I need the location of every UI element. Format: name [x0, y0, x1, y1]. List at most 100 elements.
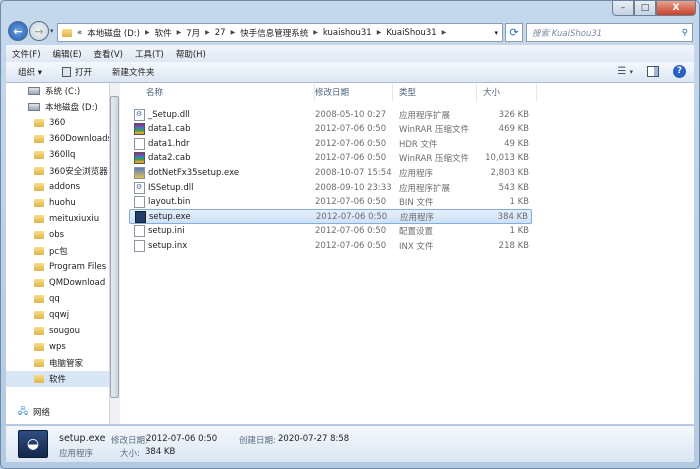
- close-button[interactable]: X: [656, 0, 696, 16]
- address-bar[interactable]: « 本地磁盘 (D:) ▶ 软件 ▶ 7月 ▶ 27 ▶ 快手信息管理系统 ▶ kuaishou31…: [57, 23, 503, 42]
- breadcrumb-segment[interactable]: 本地磁盘 (D:): [87, 27, 140, 39]
- preview-pane-icon[interactable]: [647, 66, 659, 77]
- breadcrumb-chevron-icon[interactable]: ▶: [313, 29, 318, 36]
- menu-edit[interactable]: 编辑(E): [53, 48, 82, 60]
- back-button[interactable]: ←: [8, 21, 28, 41]
- address-dropdown-icon[interactable]: ▾: [494, 29, 498, 37]
- scrollbar-thumb[interactable]: [110, 96, 119, 398]
- file-row[interactable]: dotNetFx35setup.exe 2008-10-07 15:54 应用程序 2…: [129, 165, 532, 180]
- file-row[interactable]: data2.cab 2012-07-06 0:50 WinRAR 压缩文件 10,01…: [129, 151, 532, 166]
- maximize-button[interactable]: □: [634, 0, 656, 16]
- breadcrumb-chevron-icon[interactable]: ▶: [205, 29, 210, 36]
- breadcrumb-segment[interactable]: 软件: [155, 27, 172, 39]
- minimize-button[interactable]: –: [612, 0, 634, 16]
- menu-bar: 文件(F) 编辑(E) 查看(V) 工具(T) 帮助(H): [6, 45, 694, 62]
- file-row[interactable]: layout.bin 2012-07-06 0:50 BIN 文件 1 KB: [129, 195, 532, 210]
- open-button[interactable]: 打开: [61, 66, 92, 78]
- sidebar-item[interactable]: 360: [6, 115, 109, 131]
- search-icon[interactable]: ⚲: [682, 28, 688, 38]
- view-options-icon[interactable]: ☰ ▾: [617, 66, 633, 77]
- sidebar-item[interactable]: Program Files: [6, 259, 109, 275]
- help-icon[interactable]: ?: [673, 65, 686, 78]
- folder-icon: [34, 231, 44, 239]
- folder-icon: [34, 247, 44, 255]
- menu-help[interactable]: 帮助(H): [176, 48, 206, 60]
- breadcrumb-segment[interactable]: 27: [215, 28, 226, 38]
- rar-file-icon: [134, 123, 145, 136]
- sidebar-item[interactable]: pc包: [6, 243, 109, 259]
- breadcrumb-chevron-icon[interactable]: ▶: [377, 29, 382, 36]
- forward-button[interactable]: →: [29, 21, 49, 41]
- breadcrumb-chevron-icon[interactable]: ▶: [231, 29, 236, 36]
- sidebar-item[interactable]: huohu: [6, 195, 109, 211]
- sidebar-item[interactable]: qq: [6, 291, 109, 307]
- status-created-label: 创建日期:: [239, 436, 276, 446]
- file-row[interactable]: data1.cab 2012-07-06 0:50 WinRAR 压缩文件 469 K…: [129, 122, 532, 137]
- breadcrumb-overflow[interactable]: «: [77, 28, 82, 38]
- breadcrumb-chevron-icon[interactable]: ▶: [177, 29, 182, 36]
- breadcrumb-segment[interactable]: kuaishou31: [323, 28, 372, 38]
- sidebar-item[interactable]: 软件: [6, 371, 109, 387]
- file-file-icon: [134, 137, 145, 150]
- sidebar-item-label: addons: [49, 182, 81, 192]
- column-type[interactable]: 类型: [393, 84, 477, 102]
- sidebar-item-network[interactable]: 🖧 网络: [6, 404, 50, 420]
- breadcrumb-segment[interactable]: KuaiShou31: [386, 28, 436, 38]
- sidebar-item[interactable]: qqwj: [6, 307, 109, 323]
- dll-file-icon: [134, 181, 145, 194]
- organize-button[interactable]: 组织 ▾: [18, 66, 42, 78]
- breadcrumb-chevron-icon[interactable]: ▶: [145, 29, 150, 36]
- file-type: WinRAR 压缩文件: [399, 154, 469, 165]
- folder-icon: [34, 167, 44, 175]
- folder-icon: [34, 343, 44, 351]
- search-input[interactable]: 搜索 KuaiShou31 ⚲: [526, 23, 693, 42]
- file-name: dotNetFx35setup.exe: [148, 167, 240, 178]
- file-size: 469 KB: [498, 124, 529, 135]
- sidebar-item[interactable]: QMDownload: [6, 275, 109, 291]
- net-file-icon: [134, 166, 145, 179]
- file-row[interactable]: data1.hdr 2012-07-06 0:50 HDR 文件 49 KB: [129, 136, 532, 151]
- column-name[interactable]: 名称: [140, 84, 315, 102]
- file-size: 326 KB: [498, 109, 529, 120]
- breadcrumb: 本地磁盘 (D:) ▶ 软件 ▶ 7月 ▶ 27 ▶ 快手信息管理系统 ▶ kuaishou31 ▶ K…: [87, 27, 446, 39]
- column-size[interactable]: 大小: [477, 84, 537, 102]
- sidebar-item[interactable]: 360llq: [6, 147, 109, 163]
- new-folder-button[interactable]: 新建文件夹: [112, 66, 155, 78]
- refresh-button[interactable]: ⟳: [505, 23, 523, 42]
- sidebar-item[interactable]: addons: [6, 179, 109, 195]
- breadcrumb-segment[interactable]: 快手信息管理系统: [240, 27, 308, 39]
- file-row[interactable]: setup.inx 2012-07-06 0:50 INX 文件 218 KB: [129, 238, 532, 253]
- breadcrumb-chevron-icon[interactable]: ▶: [442, 29, 447, 36]
- file-row[interactable]: _Setup.dll 2008-05-10 0:27 应用程序扩展 326 KB: [129, 107, 532, 122]
- sidebar-item[interactable]: 360Downloads: [6, 131, 109, 147]
- file-size: 49 KB: [504, 138, 529, 149]
- file-row[interactable]: setup.exe 2012-07-06 0:50 应用程序 384 KB: [129, 209, 532, 225]
- sidebar-item[interactable]: obs: [6, 227, 109, 243]
- file-size: 218 KB: [498, 240, 529, 251]
- file-date: 2012-07-06 0:50: [316, 211, 388, 222]
- menu-file[interactable]: 文件(F): [12, 48, 41, 60]
- sidebar-item[interactable]: 360安全浏览器: [6, 163, 109, 179]
- file-size: 1 KB: [509, 226, 529, 237]
- sidebar-item[interactable]: 电脑管家: [6, 355, 109, 371]
- menu-tools[interactable]: 工具(T): [135, 48, 164, 60]
- breadcrumb-segment[interactable]: 7月: [186, 27, 200, 39]
- status-modified: 2012-07-06 0:50: [146, 434, 218, 444]
- menu-view[interactable]: 查看(V): [94, 48, 123, 60]
- recent-pages-dropdown[interactable]: ▾: [50, 27, 54, 35]
- sidebar-item[interactable]: 系统 (C:): [6, 83, 109, 99]
- status-modified-label: 修改日期:: [111, 436, 148, 446]
- column-date[interactable]: 修改日期: [309, 84, 393, 102]
- file-date: 2012-07-06 0:50: [315, 124, 387, 135]
- file-type: HDR 文件: [399, 139, 438, 150]
- file-date: 2008-05-10 0:27: [315, 109, 387, 120]
- sidebar-item[interactable]: meituxiuxiu: [6, 211, 109, 227]
- sidebar-item[interactable]: wps: [6, 339, 109, 355]
- sidebar-item[interactable]: sougou: [6, 323, 109, 339]
- file-row[interactable]: setup.ini 2012-07-06 0:50 配置设置 1 KB: [129, 224, 532, 239]
- sidebar-item[interactable]: 本地磁盘 (D:): [6, 99, 109, 115]
- file-type: 配置设置: [399, 227, 434, 238]
- file-file-icon: [134, 225, 145, 238]
- file-row[interactable]: ISSetup.dll 2008-09-10 23:33 应用程序扩展 543 KB: [129, 180, 532, 195]
- folder-icon: [34, 183, 44, 191]
